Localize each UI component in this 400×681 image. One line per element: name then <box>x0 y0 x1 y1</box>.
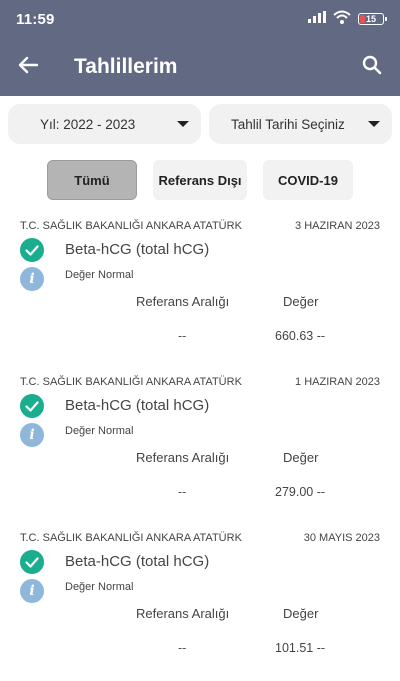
search-button[interactable] <box>344 38 400 96</box>
date-dropdown-label: Tahlil Tarihi Seçiniz <box>231 116 345 132</box>
tab-out-of-reference[interactable]: Referans Dışı <box>153 160 247 200</box>
arrow-left-icon <box>18 56 39 79</box>
value-header: Değer <box>283 606 319 621</box>
signal-icon <box>308 10 326 28</box>
hospital-name: T.C. SAĞLIK BAKANLIĞI ANKARA ATATÜRK <box>20 220 242 232</box>
status-text: Değer Normal <box>65 425 134 437</box>
info-icon[interactable]: i <box>20 423 44 447</box>
hospital-name: T.C. SAĞLIK BAKANLIĞI ANKARA ATATÜRK <box>20 532 242 544</box>
test-name: Beta-hCG (total hCG) <box>65 241 210 258</box>
back-button[interactable] <box>0 38 56 96</box>
status-text: Değer Normal <box>65 269 134 281</box>
reference-range-value: -- <box>178 641 187 655</box>
results-list: T.C. SAĞLIK BAKANLIĞI ANKARA ATATÜRK 3 H… <box>0 210 400 678</box>
battery-level <box>360 15 365 23</box>
caret-down-icon <box>177 121 189 127</box>
reference-range-header: Referans Aralığı <box>136 450 230 465</box>
result-card[interactable]: T.C. SAĞLIK BAKANLIĞI ANKARA ATATÜRK 30 … <box>0 522 400 678</box>
test-name: Beta-hCG (total hCG) <box>65 397 210 414</box>
check-icon <box>20 238 44 262</box>
status-text: Değer Normal <box>65 581 134 593</box>
reference-range-value: -- <box>178 329 187 343</box>
battery-percent: 15 <box>365 14 376 24</box>
reference-range-value: -- <box>178 485 187 499</box>
info-icon[interactable]: i <box>20 267 44 291</box>
hospital-name: T.C. SAĞLIK BAKANLIĞI ANKARA ATATÜRK <box>20 376 242 388</box>
result-card[interactable]: T.C. SAĞLIK BAKANLIĞI ANKARA ATATÜRK 3 H… <box>0 210 400 366</box>
tab-all[interactable]: Tümü <box>47 160 137 200</box>
result-date: 30 MAYIS 2023 <box>303 532 380 544</box>
search-icon <box>362 55 382 80</box>
result-value: 101.51 -- <box>275 641 326 655</box>
info-icon[interactable]: i <box>20 579 44 603</box>
card-header: T.C. SAĞLIK BAKANLIĞI ANKARA ATATÜRK 30 … <box>20 532 380 544</box>
reference-range-header: Referans Aralığı <box>136 606 230 621</box>
result-date: 3 HAZIRAN 2023 <box>295 220 380 232</box>
battery-icon: 15 <box>358 13 387 25</box>
test-name: Beta-hCG (total hCG) <box>65 553 210 570</box>
result-value: 279.00 -- <box>275 485 326 499</box>
page-title: Tahlillerim <box>74 55 178 78</box>
card-header: T.C. SAĞLIK BAKANLIĞI ANKARA ATATÜRK 3 H… <box>20 220 380 232</box>
wifi-icon <box>333 10 351 29</box>
value-header: Değer <box>283 450 319 465</box>
result-value: 660.63 -- <box>275 329 326 343</box>
value-header: Değer <box>283 294 319 309</box>
status-icons: 15 <box>308 10 387 29</box>
app-bar: Tahlillerim <box>0 38 400 96</box>
filters-row: Yıl: 2022 - 2023 Tahlil Tarihi Seçiniz <box>8 104 392 144</box>
card-header: T.C. SAĞLIK BAKANLIĞI ANKARA ATATÜRK 1 H… <box>20 376 380 388</box>
filter-tabs: Tümü Referans Dışı COVID-19 <box>47 160 353 200</box>
check-icon <box>20 394 44 418</box>
caret-down-icon <box>368 121 380 127</box>
year-dropdown-label: Yıl: 2022 - 2023 <box>40 116 136 132</box>
result-date: 1 HAZIRAN 2023 <box>295 376 380 388</box>
result-card[interactable]: T.C. SAĞLIK BAKANLIĞI ANKARA ATATÜRK 1 H… <box>0 366 400 522</box>
status-bar: 11:59 15 <box>0 0 400 38</box>
status-time: 11:59 <box>16 10 55 28</box>
tab-covid-19[interactable]: COVID-19 <box>263 160 353 200</box>
date-dropdown[interactable]: Tahlil Tarihi Seçiniz <box>209 104 392 144</box>
year-dropdown[interactable]: Yıl: 2022 - 2023 <box>8 104 201 144</box>
reference-range-header: Referans Aralığı <box>136 294 230 309</box>
check-icon <box>20 550 44 574</box>
